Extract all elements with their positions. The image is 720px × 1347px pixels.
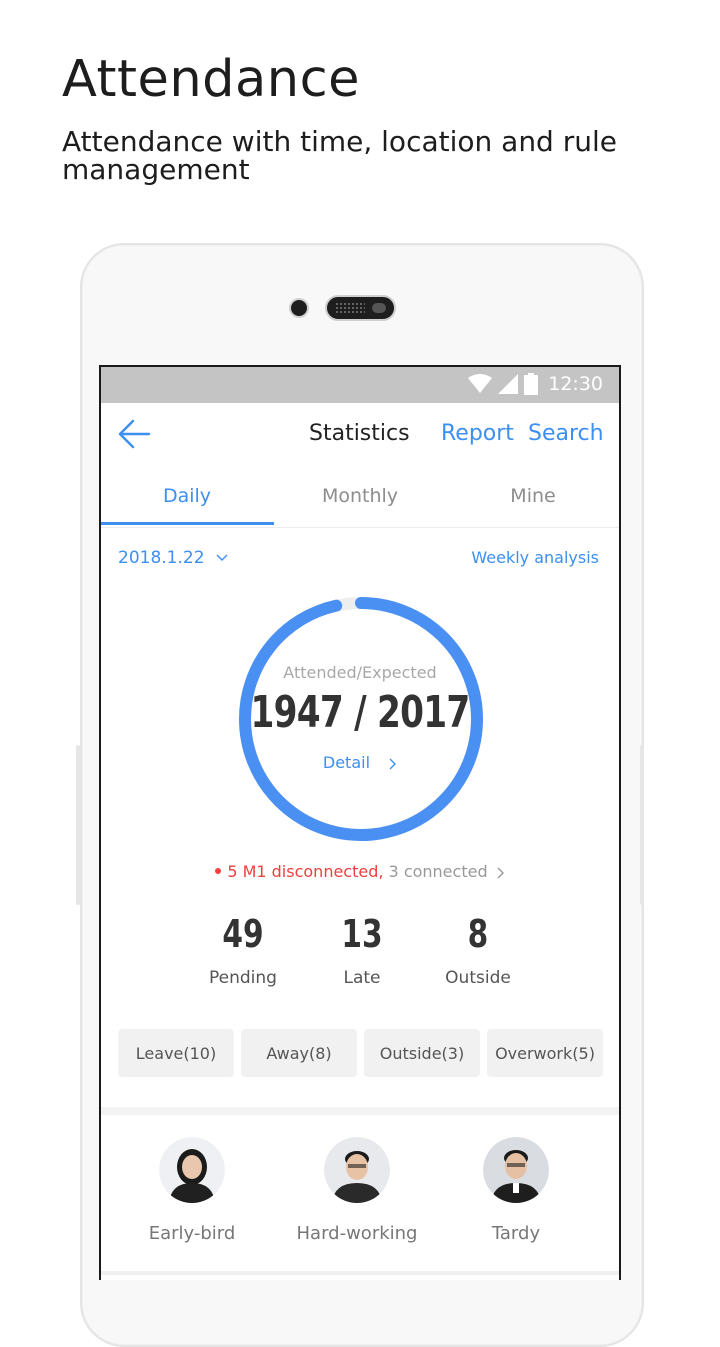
- chip-leave[interactable]: Leave(10): [118, 1029, 234, 1077]
- stat-pending[interactable]: 49 Pending: [183, 912, 303, 988]
- report-button[interactable]: Report: [441, 421, 514, 446]
- detail-label: Detail: [322, 753, 371, 772]
- chevron-right-icon: [497, 867, 504, 878]
- back-arrow-icon[interactable]: [117, 417, 153, 451]
- alert-dot: [215, 867, 222, 874]
- phone-side-button: [76, 745, 80, 905]
- stat-outside[interactable]: 8 Outside: [418, 912, 538, 988]
- battery-icon: [524, 373, 539, 395]
- person-hard-working[interactable]: Hard-working: [287, 1137, 427, 1244]
- page-title: Statistics: [309, 421, 410, 446]
- person-label: Hard-working: [296, 1223, 418, 1244]
- status-bar: 12:30: [101, 367, 619, 403]
- wifi-icon: [468, 374, 493, 393]
- front-camera: [289, 298, 309, 318]
- stat-value: 49: [222, 912, 264, 956]
- date-value: 2018.1.22: [118, 548, 205, 568]
- chevron-right-icon: [389, 758, 397, 769]
- section-divider: [101, 1107, 619, 1115]
- connected-text: 3 connected: [388, 862, 488, 881]
- ring-value: 1947 / 2017: [250, 687, 471, 738]
- stat-label: Late: [343, 968, 381, 988]
- stat-value: 13: [341, 912, 383, 956]
- disconnected-text: 5 M1 disconnected,: [227, 862, 384, 881]
- category-chips: Leave(10) Away(8) Outside(3) Overwork(5): [118, 1029, 603, 1077]
- ring-label: Attended/Expected: [283, 663, 437, 682]
- earpiece-speaker: [325, 295, 396, 321]
- device-status[interactable]: 5 M1 disconnected, 3 connected: [101, 862, 619, 881]
- app-bar: Statistics Report Search: [101, 403, 619, 467]
- avatar: [159, 1137, 225, 1203]
- tab-bar: Daily Monthly Mine: [101, 469, 619, 528]
- headline: Attendance: [62, 50, 361, 109]
- person-early-bird[interactable]: Early-bird: [122, 1137, 262, 1244]
- tab-monthly[interactable]: Monthly: [274, 485, 446, 507]
- person-label: Tardy: [491, 1223, 541, 1244]
- tab-daily[interactable]: Daily: [101, 485, 273, 507]
- detail-link[interactable]: Detail: [101, 753, 619, 772]
- avatar: [483, 1137, 549, 1203]
- person-tardy[interactable]: Tardy: [446, 1137, 586, 1244]
- chip-away[interactable]: Away(8): [241, 1029, 357, 1077]
- date-selector[interactable]: 2018.1.22: [118, 548, 228, 568]
- tab-indicator: [101, 522, 274, 525]
- subline: Attendance with time, location and rule …: [62, 125, 617, 186]
- weekly-analysis-link[interactable]: Weekly analysis: [471, 548, 599, 567]
- stat-label: Pending: [209, 968, 277, 988]
- status-time: 12:30: [548, 373, 603, 395]
- chip-overwork[interactable]: Overwork(5): [487, 1029, 603, 1077]
- bottom-divider: [101, 1271, 619, 1275]
- stat-value: 8: [467, 912, 489, 956]
- search-button[interactable]: Search: [528, 421, 604, 446]
- person-label: Early-bird: [148, 1223, 236, 1244]
- phone-side-button: [640, 745, 644, 905]
- chevron-down-icon: [216, 554, 228, 561]
- stat-label: Outside: [445, 968, 511, 988]
- avatar: [324, 1137, 390, 1203]
- phone-screen: 12:30 Statistics Report Search Daily Mon…: [99, 365, 621, 1280]
- signal-icon: [498, 374, 519, 394]
- stat-late[interactable]: 13 Late: [302, 912, 422, 988]
- tab-mine[interactable]: Mine: [447, 485, 619, 507]
- chip-outside[interactable]: Outside(3): [364, 1029, 480, 1077]
